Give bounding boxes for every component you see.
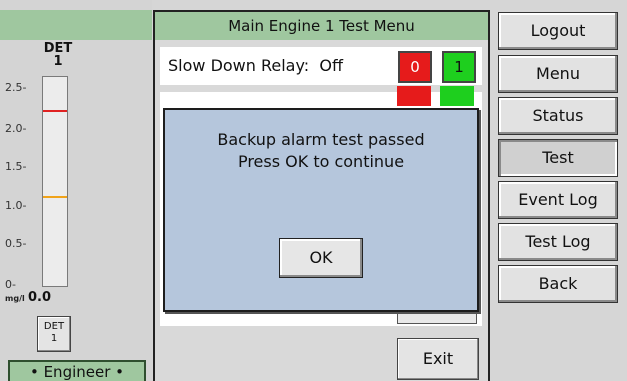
navigation-panel: Logout Menu Status Test Event Log Test L…: [490, 0, 627, 381]
relay-off-button[interactable]: 0: [398, 51, 432, 83]
scale-tick: 2.0-: [5, 122, 27, 135]
relay-on-button[interactable]: 1: [442, 51, 476, 83]
scale-tick: 2.5-: [5, 81, 27, 94]
high-alarm-limit-line: [43, 110, 67, 112]
detector-reading: 0.0: [28, 290, 52, 305]
nav-back-button[interactable]: Back: [498, 265, 618, 303]
detector-header-bar: [0, 10, 152, 40]
scale-tick: 0-: [5, 278, 16, 291]
detector-level-gauge: [42, 76, 68, 287]
user-role-badge: • Engineer •: [8, 360, 146, 381]
nav-logout-button[interactable]: Logout: [498, 12, 618, 50]
nav-menu-button[interactable]: Menu: [498, 55, 618, 93]
detector-title-line2: 1: [53, 54, 63, 69]
detector-title: DET 1: [38, 42, 78, 68]
scale-tick: 0.5-: [5, 237, 27, 250]
dialog-message-line1: Backup alarm test passed: [217, 130, 425, 149]
nav-test-button[interactable]: Test: [498, 139, 618, 177]
detector-button-line1: DET: [43, 321, 65, 332]
slow-down-relay-label: Slow Down Relay: Off: [168, 56, 343, 75]
nav-test-log-button[interactable]: Test Log: [498, 223, 618, 261]
nav-event-log-button[interactable]: Event Log: [498, 181, 618, 219]
dialog-message-line2: Press OK to continue: [237, 152, 405, 171]
scale-tick: 1.0-: [5, 199, 27, 212]
warning-limit-line: [43, 196, 67, 198]
dialog-ok-button[interactable]: OK: [279, 238, 363, 278]
detector-select-button[interactable]: DET 1: [37, 316, 71, 352]
detector-panel: DET 1 2.5- 2.0- 1.5- 1.0- 0.5- 0- mg/l 0…: [0, 0, 152, 381]
detector-button-line2: 1: [50, 333, 58, 344]
slow-down-relay-row: Slow Down Relay: Off 0 1: [160, 47, 482, 85]
exit-button[interactable]: Exit: [397, 338, 479, 380]
scale-tick: 1.5-: [5, 160, 27, 173]
panel-title: Main Engine 1 Test Menu: [155, 12, 488, 40]
hidden-off-button: [397, 86, 431, 106]
hidden-on-button: [440, 86, 474, 106]
unit-label: mg/l: [5, 294, 25, 303]
nav-status-button[interactable]: Status: [498, 97, 618, 135]
test-result-dialog: Backup alarm test passed Press OK to con…: [163, 108, 479, 312]
